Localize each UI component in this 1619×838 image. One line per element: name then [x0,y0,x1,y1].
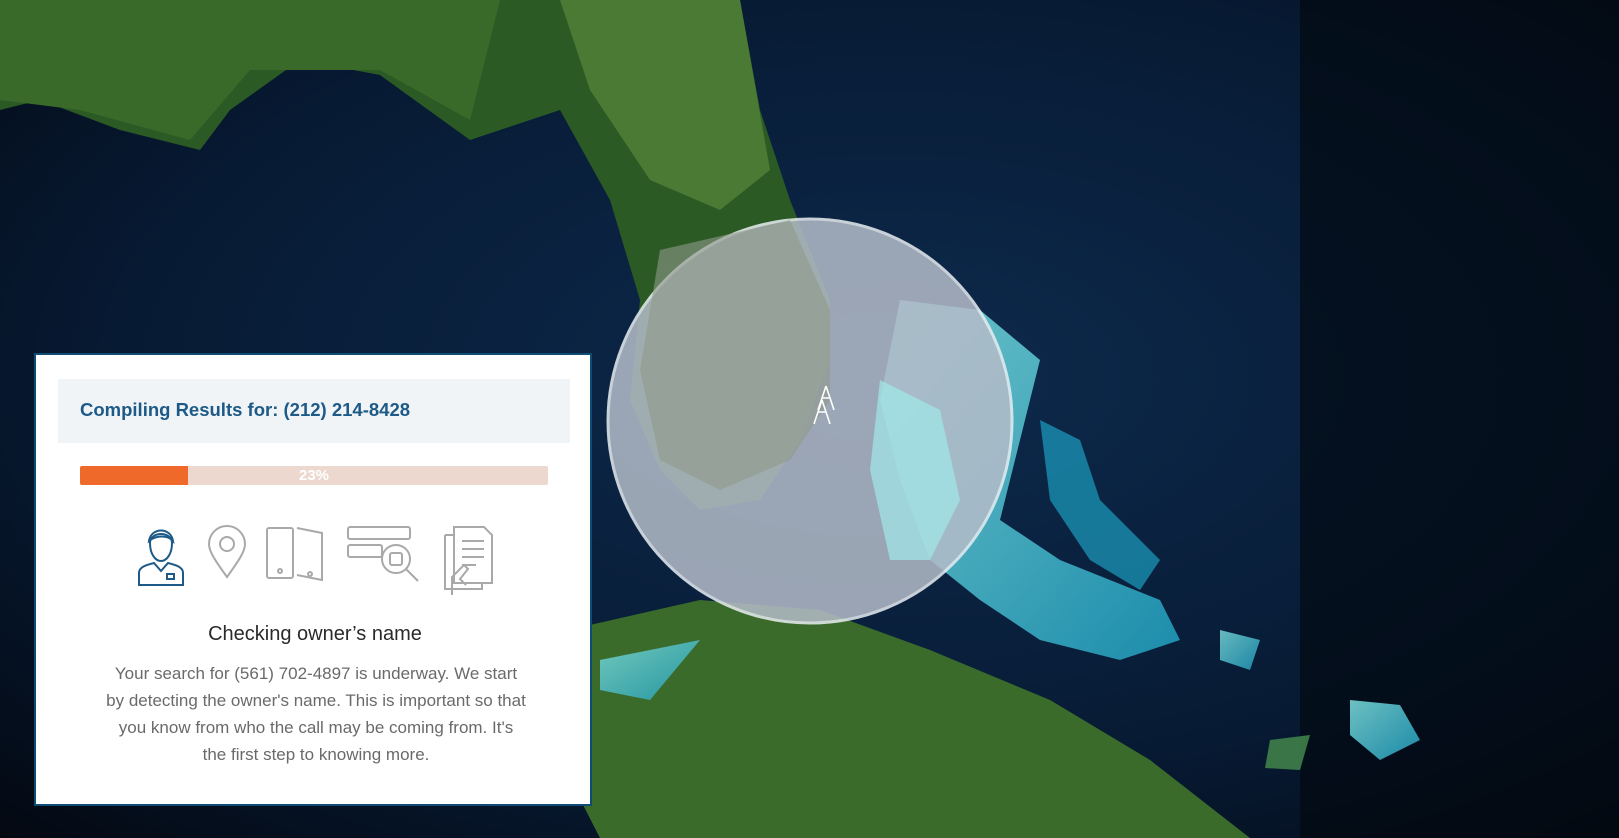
progress-label: 23% [298,467,330,484]
records-search-icon [347,526,419,582]
person-icon [138,529,184,586]
progress-bar: 23% [80,466,548,485]
documents-icon [444,526,493,595]
panel-header: Compiling Results for: (212) 214-8428 [58,379,570,443]
panel-title: Compiling Results for: (212) 214-8428 [80,399,410,421]
step-icons [36,525,594,605]
current-step-title: Checking owner’s name [208,623,422,645]
title-phone-number: (212) 214-8428 [283,399,411,420]
title-prefix: Compiling Results for: [80,399,279,420]
search-progress-panel: Compiling Results for: (212) 214-8428 23… [34,353,592,806]
phones-icon [266,527,323,582]
current-step-description: Your search for (561) 702-4897 is underw… [106,664,526,764]
location-pin-icon [207,525,247,579]
